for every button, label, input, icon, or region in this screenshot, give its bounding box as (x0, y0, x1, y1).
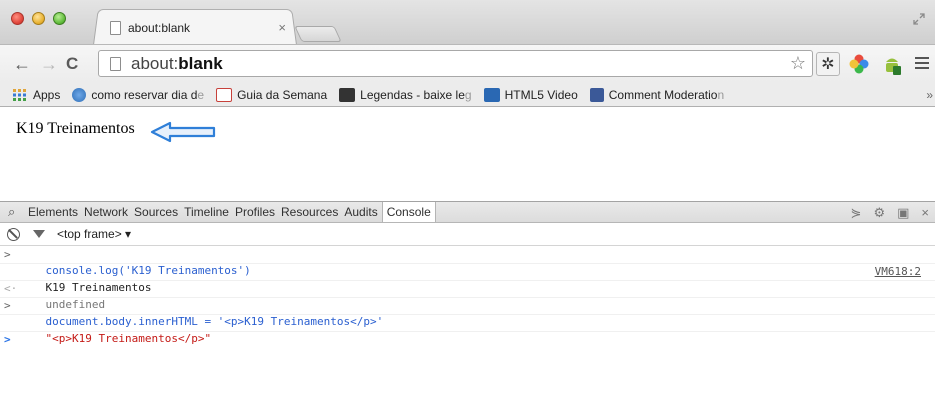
bookmark-label: como reservar dia d (91, 87, 198, 102)
close-devtools-icon[interactable]: × (921, 205, 929, 221)
page-viewport: K19 Treinamentos (0, 108, 935, 201)
reload-button[interactable]: C (66, 54, 78, 74)
console-toolbar: <top frame> ▾ (0, 223, 935, 246)
bookmark-star-icon[interactable]: ☆ (790, 53, 806, 74)
tab-title: about:blank (128, 21, 191, 35)
guia-icon (216, 87, 233, 102)
title-bar: about:blank × (0, 0, 935, 46)
tab-elements[interactable]: Elements (28, 205, 78, 219)
console-result-marker: <· (4, 282, 18, 295)
browser-tab-content[interactable]: about:blank × (100, 18, 290, 38)
settings-gear-icon[interactable]: ⚙ (873, 205, 885, 221)
new-tab-button[interactable] (294, 26, 342, 42)
tab-profiles[interactable]: Profiles (235, 205, 275, 219)
bookmark-label: Legendas - baixe le (360, 87, 465, 102)
filter-icon[interactable] (33, 230, 45, 238)
console-input-line: > document.body.innerHTML = '<p>K19 Trein… (0, 298, 935, 328)
bookmark-apps[interactable]: Apps (12, 88, 60, 102)
legendas-icon (339, 87, 356, 102)
console-prompt-line[interactable]: > (0, 332, 935, 349)
bookmark-guia-da-semana[interactable]: Guia da Semana (216, 87, 328, 102)
tab-timeline[interactable]: Timeline (184, 205, 229, 219)
page-paragraph: K19 Treinamentos (16, 120, 135, 137)
bookmark-comment-moderation[interactable]: Comment Moderatio n (589, 87, 725, 102)
extension-gear-icon[interactable]: ✲ (816, 52, 840, 76)
menu-icon[interactable] (915, 57, 929, 72)
bookmark-label: Guia da Semana (237, 87, 328, 102)
page-icon (110, 21, 121, 35)
frame-selector[interactable]: <top frame> ▾ (57, 227, 131, 241)
extension-color-icon[interactable] (847, 52, 871, 76)
console-prompt: > (4, 248, 11, 261)
address-bar[interactable]: about:blank ☆ (98, 50, 813, 77)
source-link[interactable]: VM618:2 (875, 264, 921, 280)
globe-icon (72, 87, 87, 102)
clear-console-icon[interactable] (7, 227, 20, 241)
android-extension-icon[interactable] (880, 52, 904, 76)
inspect-search-icon[interactable]: ⌕ (8, 204, 22, 220)
console-log-line: K19 Treinamentos VM618:2 (0, 264, 935, 294)
console-result-line: <· undefined (0, 281, 935, 311)
bookmarks-bar: Apps como reservar dia de Guia da Semana… (0, 83, 935, 107)
tab-audits[interactable]: Audits (344, 205, 377, 219)
show-drawer-icon[interactable]: ⋟ (851, 205, 862, 221)
w3-icon (483, 87, 500, 102)
page-icon (110, 56, 121, 71)
bookmarks-overflow-button[interactable]: » (926, 88, 933, 102)
close-window-button[interactable] (11, 12, 24, 25)
bookmark-label: Apps (33, 87, 61, 102)
tab-network[interactable]: Network (84, 205, 128, 219)
minimize-window-button[interactable] (32, 12, 45, 25)
tab-console[interactable]: Console (381, 202, 436, 222)
devtools-tab-bar: ⌕ Elements Network Sources Timeline Prof… (0, 201, 935, 223)
bookmark-label: HTML5 Video (504, 87, 578, 102)
bookmark-legendas[interactable]: Legendas - baixe le g (339, 87, 472, 102)
bookmark-label-fade: g (464, 87, 472, 102)
console-output[interactable]: > console.log('K19 Treinamentos') K19 Tre… (0, 247, 935, 416)
bookmark-label: Comment Moderatio (608, 87, 718, 102)
url-text[interactable]: about:blank (131, 54, 223, 74)
bookmark-como-reservar[interactable]: como reservar dia de (72, 87, 205, 102)
tab-close-icon[interactable]: × (278, 20, 286, 35)
facebook-icon (589, 87, 604, 102)
bookmark-label-fade: e (197, 87, 205, 102)
zoom-window-button[interactable] (53, 12, 66, 25)
console-input-line: > console.log('K19 Treinamentos') (0, 247, 935, 277)
forward-button[interactable]: → (40, 54, 58, 74)
back-button[interactable]: ← (13, 54, 31, 74)
console-string-result-line: "<p>K19 Treinamentos</p>" (0, 315, 935, 345)
bookmark-html5-video[interactable]: HTML5 Video (483, 87, 578, 102)
tab-sources[interactable]: Sources (134, 205, 178, 219)
arrow-annotation-icon (150, 121, 216, 143)
console-prompt: > (4, 299, 11, 312)
tab-resources[interactable]: Resources (281, 205, 338, 219)
devtools-right-controls: ⋟ ⚙ ▣ × (851, 205, 929, 221)
dock-icon[interactable]: ▣ (897, 205, 909, 221)
fullscreen-icon[interactable] (913, 13, 925, 25)
console-caret: > (4, 333, 11, 346)
bookmark-label-fade: n (717, 87, 725, 102)
apps-grid-icon (13, 88, 26, 101)
